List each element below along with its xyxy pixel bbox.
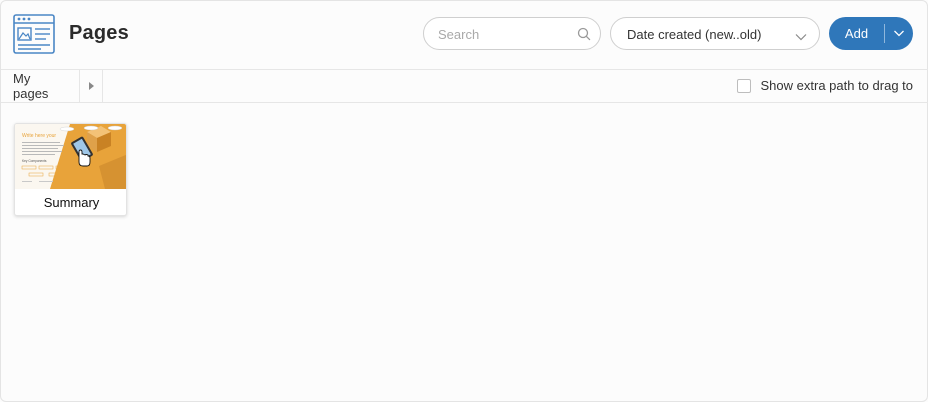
sort-selected-value: Date created (new..old) xyxy=(627,27,762,42)
page-layout-icon xyxy=(13,14,55,54)
search-input[interactable] xyxy=(438,25,568,43)
path-toolbar: My pages Show extra path to drag to xyxy=(1,70,928,103)
extra-path-toggle[interactable]: Show extra path to drag to xyxy=(736,78,913,93)
caret-right-icon xyxy=(89,82,94,90)
add-button[interactable]: Add xyxy=(829,17,884,50)
page-thumbnail: Write here your Key Components xyxy=(15,124,126,189)
breadcrumb-expand-button[interactable] xyxy=(80,70,103,102)
page-card[interactable]: Write here your Key Components Summary xyxy=(14,123,127,216)
sort-select[interactable]: Date created (new..old) xyxy=(610,17,820,50)
search-box[interactable] xyxy=(423,17,601,50)
chevron-down-icon xyxy=(894,30,904,37)
extra-path-checkbox[interactable] xyxy=(736,78,751,93)
add-dropdown-button[interactable] xyxy=(885,17,913,50)
search-icon[interactable] xyxy=(577,27,591,41)
extra-path-label: Show extra path to drag to xyxy=(760,78,913,93)
page-header: Pages Date created (new..old) Add xyxy=(1,1,928,70)
breadcrumb-my-pages[interactable]: My pages xyxy=(1,70,80,102)
page-card-title: Summary xyxy=(43,195,100,210)
add-button-group: Add xyxy=(829,17,913,50)
chevron-down-icon xyxy=(795,29,807,41)
page-title: Pages xyxy=(69,22,129,44)
app-window: Pages Date created (new..old) Add xyxy=(0,0,928,402)
thumbnail-heading: Write here your xyxy=(22,133,56,139)
thumbnail-subheading: Key Components xyxy=(22,159,47,163)
